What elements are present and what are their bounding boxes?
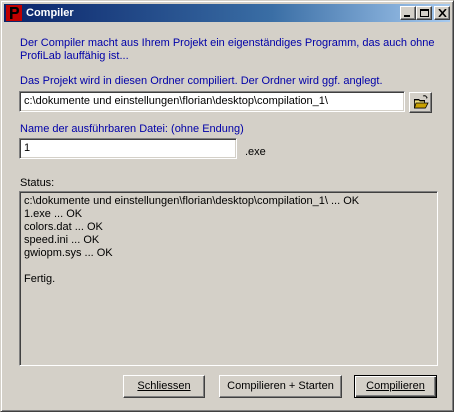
status-lines: c:\dokumente und einstellungen\florian\d… xyxy=(24,195,359,286)
exe-name-input[interactable]: 1 xyxy=(19,138,237,159)
output-folder-value: c:\dokumente und einstellungen\florian\d… xyxy=(24,95,328,107)
title-bar[interactable]: Compiler xyxy=(4,4,450,22)
output-folder-label: Das Projekt wird in diesen Ordner compil… xyxy=(20,75,383,87)
minimize-icon xyxy=(404,15,410,17)
close-button[interactable]: Schliessen xyxy=(123,375,205,398)
status-log[interactable]: c:\dokumente und einstellungen\florian\d… xyxy=(19,191,438,366)
output-folder-input[interactable]: c:\dokumente und einstellungen\florian\d… xyxy=(19,91,405,112)
maximize-icon xyxy=(420,9,429,17)
status-line: speed.ini ... OK xyxy=(24,234,100,246)
compile-and-start-button[interactable]: Compilieren + Starten xyxy=(219,375,342,398)
minimize-button[interactable] xyxy=(400,6,416,20)
compiler-window: Compiler Der Compiler macht aus Ihrem Pr… xyxy=(0,0,454,412)
exe-name-label: Name der ausführbaren Datei: (ohne Endun… xyxy=(20,123,244,135)
status-line: 1.exe ... OK xyxy=(24,208,83,220)
status-line: gwiopm.sys ... OK xyxy=(24,247,113,259)
status-label: Status: xyxy=(20,177,55,189)
status-line: Fertig. xyxy=(24,273,56,285)
open-folder-icon xyxy=(413,95,429,109)
browse-folder-button[interactable] xyxy=(409,92,432,113)
compile-and-start-label: Compilieren + Starten xyxy=(227,380,334,392)
compile-button[interactable]: Compilieren xyxy=(354,375,437,398)
status-line: colors.dat ... OK xyxy=(24,221,103,233)
maximize-button[interactable] xyxy=(416,6,432,20)
close-icon xyxy=(438,9,447,17)
close-window-button[interactable] xyxy=(434,6,450,20)
close-button-label: Schliessen xyxy=(137,380,191,392)
exe-suffix: .exe xyxy=(245,146,266,158)
intro-text: Der Compiler macht aus Ihrem Projekt ein… xyxy=(20,37,435,49)
status-line: c:\dokumente und einstellungen\florian\d… xyxy=(24,195,360,207)
window-title: Compiler xyxy=(26,7,74,19)
compile-button-label: Compilieren xyxy=(366,380,425,392)
status-line xyxy=(24,260,359,273)
intro-text-2: ProfiLab lauffähig ist... xyxy=(20,50,129,62)
profilab-p-icon xyxy=(6,5,22,21)
exe-name-value: 1 xyxy=(24,142,31,154)
